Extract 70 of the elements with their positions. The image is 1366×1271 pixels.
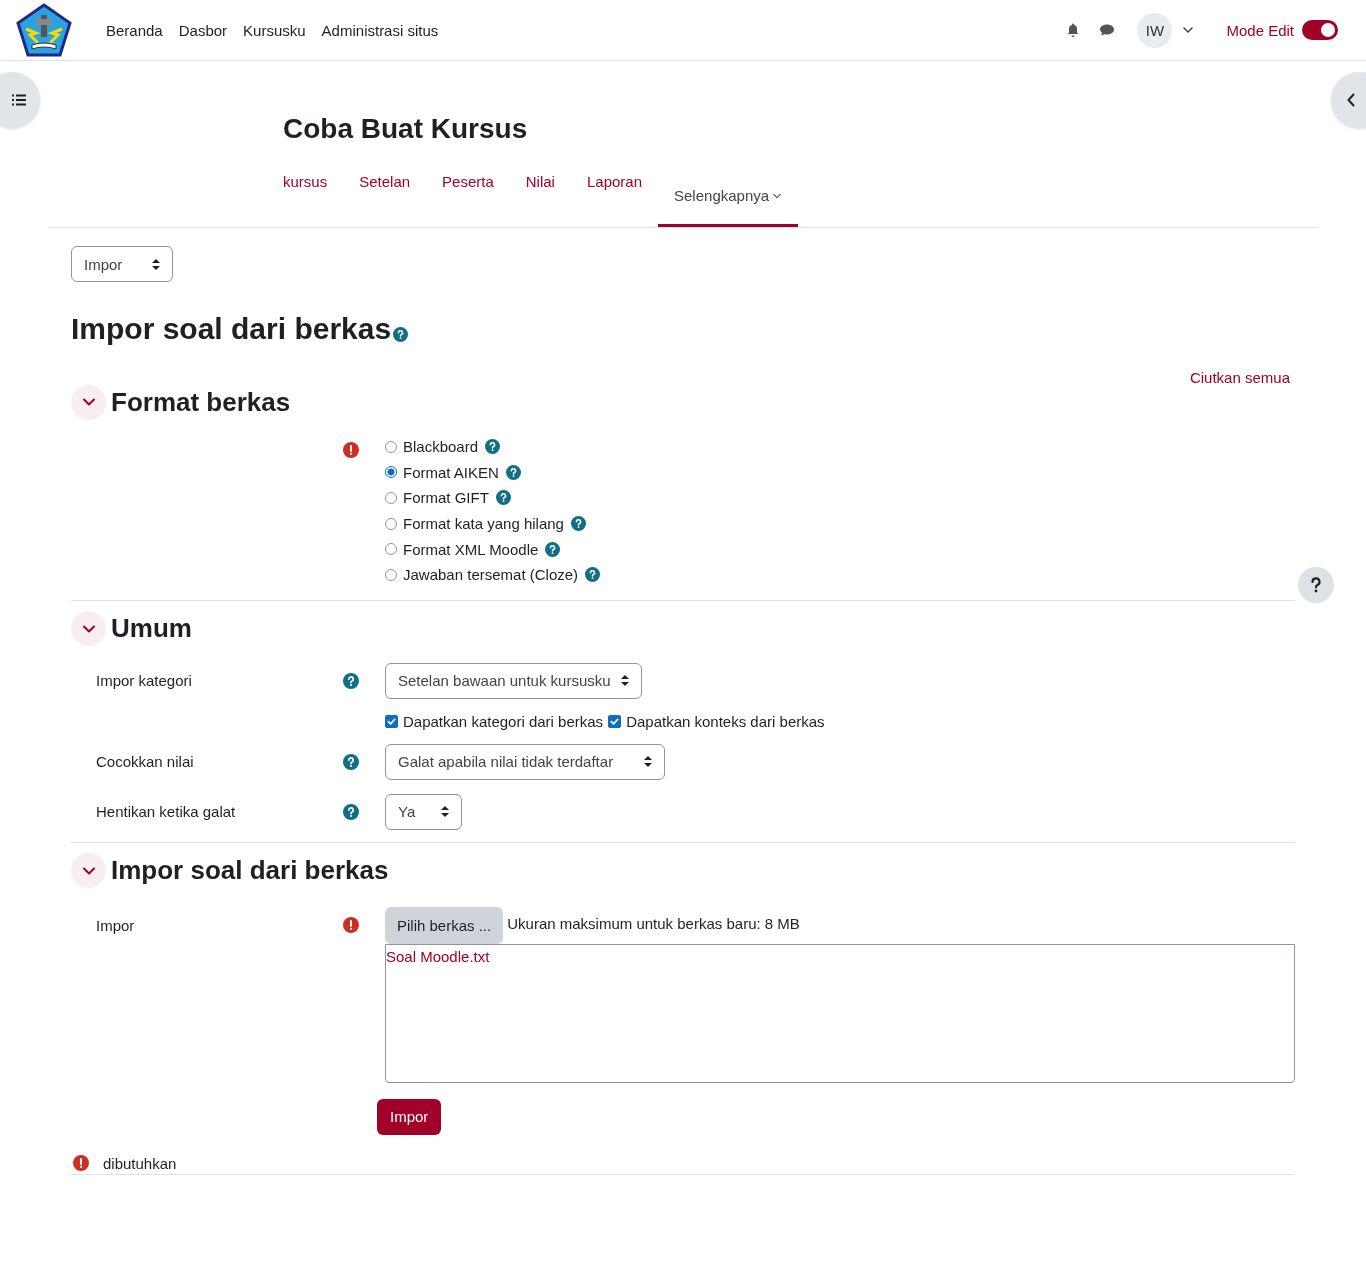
help-icon[interactable] (495, 490, 511, 506)
help-icon[interactable] (545, 541, 561, 557)
section-heading: Impor soal dari berkas (111, 855, 389, 887)
required-icon (73, 1155, 89, 1172)
dropdown-select[interactable]: Ya (385, 793, 462, 830)
field-label: Cocokkan nilai (96, 753, 194, 771)
radio-label: Format AIKEN (403, 463, 499, 481)
edit-mode-toggle[interactable] (1302, 20, 1338, 40)
chevron-left-icon (1346, 93, 1356, 107)
sort-caret-icon (644, 756, 652, 768)
radio-label: Jawaban tersemat (Cloze) (403, 566, 579, 584)
help-icon[interactable] (485, 439, 501, 455)
section-heading: Umum (111, 613, 192, 645)
help-button[interactable] (1298, 567, 1334, 603)
action-select[interactable]: Impor (71, 246, 173, 282)
collapse-all-link[interactable]: Ciutkan semua (1189, 369, 1290, 386)
caret-icon (1182, 24, 1195, 36)
help-icon[interactable] (343, 753, 359, 770)
course-index-button[interactable] (0, 72, 40, 128)
import-button[interactable]: Impor (377, 1098, 442, 1135)
choose-file-button[interactable]: Pilih berkas ... (385, 906, 504, 944)
course-tab[interactable]: Selengkapnya (658, 177, 799, 227)
field-label: Impor (96, 916, 135, 934)
section-toggle-button[interactable] (71, 611, 106, 647)
message-bubble-icon[interactable] (1099, 22, 1116, 38)
help-icon[interactable] (343, 672, 359, 689)
school-logo[interactable] (16, 3, 72, 57)
help-icon[interactable] (570, 516, 586, 532)
course-tab[interactable]: Setelan (343, 163, 427, 213)
nav-link[interactable]: Dasbor (178, 21, 228, 39)
radio-label: Format kata yang hilang (403, 515, 564, 533)
list-icon (12, 94, 26, 106)
nav-link[interactable]: Administrasi situs (321, 21, 439, 39)
course-tab[interactable]: kursus (267, 163, 344, 213)
radio-label: Blackboard (403, 438, 479, 456)
field-label: Impor kategori (96, 672, 192, 690)
section-toggle-button[interactable] (71, 853, 106, 889)
edit-mode-label: Mode Edit (1226, 21, 1294, 39)
help-icon[interactable] (585, 567, 601, 583)
file-link[interactable]: Soal Moodle.txt (386, 947, 490, 965)
course-tab[interactable]: Nilai (509, 163, 571, 213)
section-heading: Format berkas (111, 386, 291, 418)
help-icon[interactable] (505, 464, 521, 480)
course-tab[interactable]: Peserta (426, 163, 510, 213)
required-note: dibutuhkan (103, 1154, 177, 1172)
dropdown-select[interactable]: Setelan bawaan untuk kursusku (385, 662, 642, 699)
checkbox-label: Dapatkan konteks dari berkas (626, 712, 825, 730)
question-mark-icon (1310, 577, 1322, 593)
sort-caret-icon (441, 806, 449, 818)
field-label: Hentikan ketika galat (96, 803, 236, 821)
sort-caret-icon (152, 258, 160, 270)
course-tab[interactable]: Laporan (570, 163, 658, 213)
radio-label: Format XML Moodle (403, 540, 539, 558)
help-icon[interactable] (343, 803, 359, 820)
checkbox-label: Dapatkan kategori dari berkas (403, 712, 604, 730)
checkbox[interactable] (608, 714, 622, 728)
user-avatar[interactable]: IW (1137, 12, 1173, 48)
dropdown-select[interactable]: Galat apabila nilai tidak terdaftar (385, 743, 665, 780)
course-title: Coba Buat Kursus (283, 112, 529, 146)
help-icon[interactable] (393, 327, 409, 342)
nav-link[interactable]: Beranda (106, 21, 163, 39)
file-drop-area[interactable]: Soal Moodle.txt (385, 943, 1295, 1083)
sort-caret-icon (620, 675, 629, 687)
checkbox[interactable] (385, 714, 398, 728)
section-toggle-button[interactable] (71, 384, 106, 420)
radio-label: Format GIFT (403, 489, 489, 507)
max-size-note: Ukuran maksimum untuk berkas baru: 8 MB (507, 913, 800, 932)
radio-button[interactable] (385, 466, 397, 479)
page-heading: Impor soal dari berkas (71, 311, 392, 347)
nav-link[interactable]: Kursusku (243, 21, 306, 39)
